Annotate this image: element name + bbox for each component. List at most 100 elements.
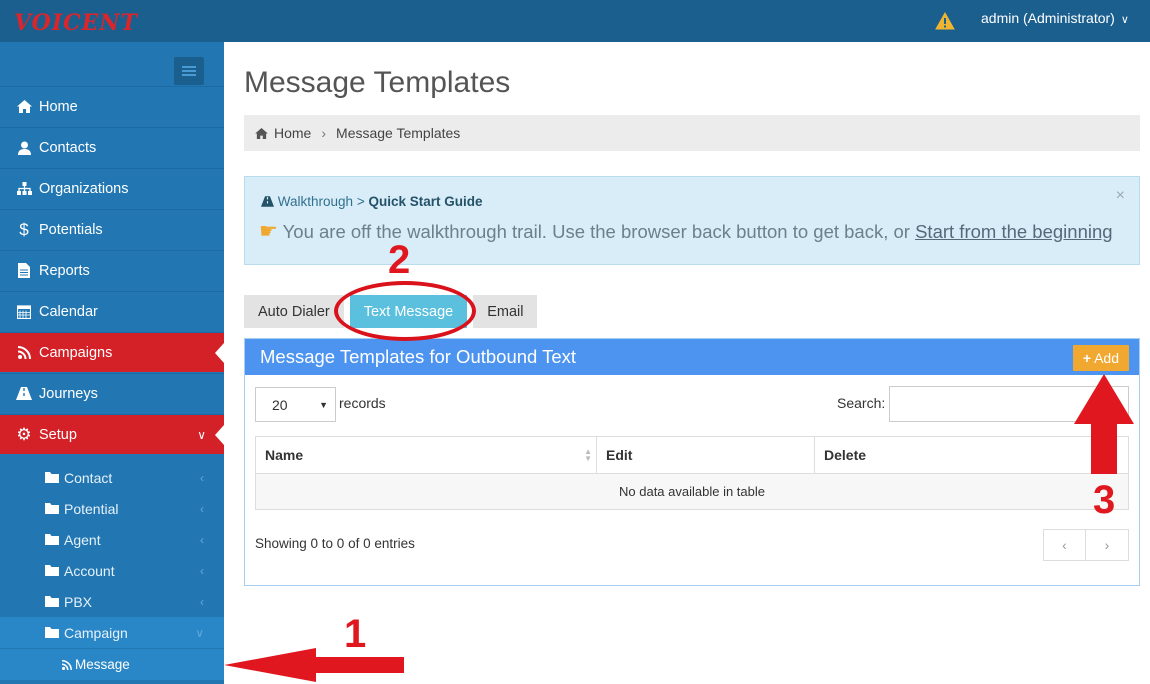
chevron-left-icon: ‹ xyxy=(200,532,204,547)
sidebar-item-journeys[interactable]: Journeys xyxy=(0,373,224,413)
user-icon xyxy=(16,141,32,155)
plus-icon: + xyxy=(1082,350,1092,366)
records-label: records xyxy=(339,395,386,411)
previous-page-button[interactable]: ‹ xyxy=(1043,529,1086,561)
chevron-left-icon: ‹ xyxy=(200,470,204,485)
close-icon[interactable]: × xyxy=(1116,187,1125,205)
table-info: Showing 0 to 0 of 0 entries xyxy=(255,536,415,551)
sidebar-item-contacts[interactable]: Contacts xyxy=(0,127,224,167)
sitemap-icon xyxy=(16,182,32,195)
walkthrough-heading: Walkthrough > Quick Start Guide xyxy=(261,194,483,209)
annotation-arrow-up xyxy=(1074,374,1134,474)
templates-panel: Message Templates for Outbound Text + Ad… xyxy=(244,338,1140,586)
walkthrough-alert: Walkthrough > Quick Start Guide ☛ You ar… xyxy=(244,176,1140,265)
column-header-edit: Edit xyxy=(596,436,815,474)
sidebar-item-label: Calendar xyxy=(39,303,98,320)
user-name: admin (Administrator) xyxy=(981,10,1115,26)
chevron-down-icon: ∨ xyxy=(1120,14,1129,26)
sidebar-item-label: Organizations xyxy=(39,180,129,197)
folder-icon xyxy=(45,503,59,514)
walkthrough-link[interactable]: Walkthrough xyxy=(278,194,353,209)
sidebar-item-campaigns[interactable]: Campaigns xyxy=(0,332,224,372)
chevron-down-icon: ∨ xyxy=(195,625,204,640)
setup-item-label: Agent xyxy=(64,531,101,548)
caret-down-icon: ▼ xyxy=(319,399,328,410)
templates-table: Name ▲ ▼ Edit Delete No data available in … xyxy=(255,436,1129,510)
road-icon xyxy=(261,196,274,207)
setup-item-label: Contact xyxy=(64,469,113,486)
rss-icon xyxy=(16,346,32,359)
panel-title: Message Templates for Outbound Text xyxy=(260,346,577,367)
setup-item-potential[interactable]: Potential ‹ xyxy=(0,493,224,524)
folder-icon xyxy=(45,472,59,483)
sidebar-toggle-button[interactable] xyxy=(174,57,204,85)
chevron-left-icon: ‹ xyxy=(200,563,204,578)
chevron-left-icon: ‹ xyxy=(200,501,204,516)
folder-icon xyxy=(45,565,59,576)
setup-item-label: Potential xyxy=(64,500,119,517)
home-icon xyxy=(16,100,32,113)
dollar-icon: $ xyxy=(19,219,29,239)
sidebar-item-reports[interactable]: Reports xyxy=(0,250,224,290)
sidebar-item-label: Contacts xyxy=(39,139,97,156)
sidebar-item-label: Journeys xyxy=(39,385,98,402)
annotation-arrow-left xyxy=(224,648,404,682)
sidebar-item-label: Potentials xyxy=(39,221,103,238)
add-button-label: Add xyxy=(1094,350,1119,366)
warning-icon[interactable] xyxy=(935,12,955,30)
annotation-ellipse xyxy=(334,281,476,341)
sidebar-item-label: Home xyxy=(39,98,78,115)
setup-item-label: Campaign xyxy=(64,624,128,641)
column-header-name[interactable]: Name ▲ ▼ xyxy=(255,436,597,474)
app-logo[interactable]: VOICENT xyxy=(14,10,138,36)
home-icon xyxy=(255,127,268,139)
setup-item-account[interactable]: Account ‹ xyxy=(0,555,224,586)
sidebar-item-setup[interactable]: ⚙ Setup ∨ xyxy=(0,414,224,454)
sidebar-item-label: Campaigns xyxy=(39,344,113,361)
sidebar-item-label: Setup xyxy=(39,426,77,443)
walkthrough-separator: > xyxy=(356,194,365,209)
table-row: No data available in table xyxy=(255,473,1129,510)
setup-item-pbx[interactable]: PBX ‹ xyxy=(0,586,224,617)
breadcrumb-home-link[interactable]: Home xyxy=(274,125,311,141)
add-button[interactable]: + Add xyxy=(1072,345,1129,371)
search-label: Search: xyxy=(837,395,886,411)
road-icon xyxy=(16,387,32,400)
tab-email[interactable]: Email xyxy=(473,295,538,328)
user-menu[interactable]: admin (Administrator) ∨ xyxy=(981,10,1129,26)
empty-table-message: No data available in table xyxy=(255,473,1129,510)
page-title: Message Templates xyxy=(244,66,511,99)
sidebar-item-label: Reports xyxy=(39,262,90,279)
sidebar-item-home[interactable]: Home xyxy=(0,86,224,126)
walkthrough-message-text: You are off the walkthrough trail. Use t… xyxy=(282,221,910,242)
setup-item-label: Account xyxy=(64,562,115,579)
sidebar-item-organizations[interactable]: Organizations xyxy=(0,168,224,208)
sort-icon: ▲ ▼ xyxy=(584,447,592,463)
tab-auto-dialer[interactable]: Auto Dialer xyxy=(244,295,344,328)
start-from-beginning-link[interactable]: Start from the beginning xyxy=(915,221,1112,242)
setup-item-label: PBX xyxy=(64,593,93,610)
breadcrumb: Home › Message Templates xyxy=(244,115,1140,151)
quick-start-guide-link[interactable]: Quick Start Guide xyxy=(368,194,482,209)
setup-item-contact[interactable]: Contact ‹ xyxy=(0,462,224,493)
setup-item-label: Message xyxy=(75,657,130,672)
setup-item-message[interactable]: Message xyxy=(0,649,224,680)
chevron-down-icon: ∨ xyxy=(197,427,206,442)
page-length-value: 20 xyxy=(272,396,288,413)
breadcrumb-separator-icon: › xyxy=(321,125,327,141)
folder-open-icon xyxy=(45,627,59,638)
pagination: ‹ › xyxy=(1043,529,1129,561)
setup-item-agent[interactable]: Agent ‹ xyxy=(0,524,224,555)
sidebar-item-calendar[interactable]: Calendar xyxy=(0,291,224,331)
calendar-icon xyxy=(16,304,32,319)
chevron-left-icon: ‹ xyxy=(200,594,204,609)
sidebar-item-potentials[interactable]: $ Potentials xyxy=(0,209,224,249)
folder-icon xyxy=(45,596,59,607)
breadcrumb-current: Message Templates xyxy=(336,125,461,141)
next-page-button[interactable]: › xyxy=(1086,529,1129,561)
gears-icon: ⚙ xyxy=(16,424,32,444)
page-length-select[interactable]: 20 ▼ xyxy=(255,387,336,422)
setup-item-campaign[interactable]: Campaign ∨ xyxy=(0,617,224,648)
sidebar: Home Contacts Organizations $ Potentials… xyxy=(0,42,224,684)
top-bar: VOICENT admin (Administrator) ∨ xyxy=(0,0,1150,42)
